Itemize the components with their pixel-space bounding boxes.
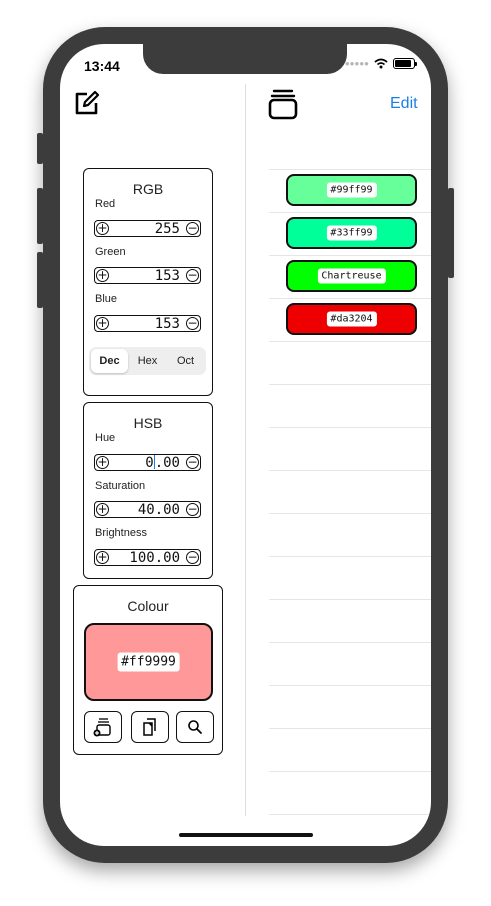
format-hex-option[interactable]: Hex: [129, 349, 166, 373]
volume-down-button: [37, 252, 43, 308]
status-time: 13:44: [84, 58, 120, 74]
blue-value[interactable]: 153: [155, 316, 180, 332]
compose-icon[interactable]: [74, 90, 100, 116]
signal-icon: ●●●●●: [344, 59, 369, 68]
list-separator: [269, 642, 431, 643]
brightness-decrement-icon[interactable]: −: [186, 551, 199, 564]
colour-title: Colour: [127, 598, 169, 614]
list-separator: [269, 298, 431, 299]
format-segmented-control: Dec Hex Oct: [89, 347, 206, 375]
saturation-label: Saturation: [95, 480, 146, 492]
list-separator: [269, 384, 431, 385]
saved-colour-label: #33ff99: [326, 225, 377, 241]
home-indicator[interactable]: [179, 833, 313, 837]
colour-hex-label: #ff9999: [117, 652, 180, 672]
list-separator: [269, 513, 431, 514]
list-separator: [269, 470, 431, 471]
rgb-title: RGB: [132, 181, 164, 197]
saved-colour-label: #da3204: [326, 311, 377, 327]
saturation-increment-icon[interactable]: +: [96, 503, 109, 516]
red-label: Red: [95, 198, 116, 210]
blue-stepper[interactable]: + 153 −: [94, 315, 201, 332]
hue-stepper[interactable]: + 0.00 −: [94, 454, 201, 471]
saved-colour-item[interactable]: #33ff99: [286, 217, 417, 249]
list-separator: [269, 341, 431, 342]
red-stepper[interactable]: + 255 −: [94, 220, 201, 237]
blue-increment-icon[interactable]: +: [96, 317, 109, 330]
hue-value[interactable]: 0.00: [145, 455, 180, 471]
hue-increment-icon[interactable]: +: [96, 456, 109, 469]
search-button[interactable]: [176, 711, 214, 743]
stack-icon[interactable]: [268, 88, 298, 120]
add-to-stack-button[interactable]: [84, 711, 122, 743]
brightness-stepper[interactable]: + 100.00 −: [94, 549, 201, 566]
red-decrement-icon[interactable]: −: [186, 222, 199, 235]
list-separator: [269, 728, 431, 729]
list-separator: [269, 169, 431, 170]
hue-value-integer: 0: [145, 455, 154, 471]
list-separator: [269, 599, 431, 600]
volume-up-button: [37, 188, 43, 244]
list-separator: [269, 212, 431, 213]
blue-label: Blue: [95, 293, 118, 305]
red-increment-icon[interactable]: +: [96, 222, 109, 235]
green-label: Green: [95, 246, 126, 258]
saturation-decrement-icon[interactable]: −: [186, 503, 199, 516]
hsb-title: HSB: [133, 415, 163, 431]
copy-button[interactable]: [131, 711, 169, 743]
list-separator: [269, 771, 431, 772]
saturation-value[interactable]: 40.00: [138, 502, 180, 518]
saved-colour-item[interactable]: Chartreuse: [286, 260, 417, 292]
green-increment-icon[interactable]: +: [96, 269, 109, 282]
brightness-increment-icon[interactable]: +: [96, 551, 109, 564]
list-separator: [269, 556, 431, 557]
mute-switch: [37, 133, 43, 164]
hsb-panel: HSB Hue + 0.00 − Saturation + 40.00 − Br…: [83, 402, 213, 579]
list-separator: [269, 814, 431, 815]
hue-value-decimal: .00: [154, 455, 180, 471]
green-decrement-icon[interactable]: −: [186, 269, 199, 282]
notch: [143, 44, 347, 74]
saturation-stepper[interactable]: + 40.00 −: [94, 501, 201, 518]
wifi-icon: [374, 58, 388, 69]
add-to-stack-icon: [93, 718, 111, 737]
saved-colour-item[interactable]: #da3204: [286, 303, 417, 335]
blue-decrement-icon[interactable]: −: [186, 317, 199, 330]
screen: 13:44 ●●●●● Edit RGB Red + 255 − Green +…: [60, 44, 431, 846]
saved-colour-label: Chartreuse: [317, 268, 386, 284]
red-value[interactable]: 255: [155, 221, 180, 237]
hue-label: Hue: [95, 432, 116, 444]
split-divider: [245, 84, 246, 816]
list-separator: [269, 685, 431, 686]
green-value[interactable]: 153: [155, 268, 180, 284]
saved-colour-item[interactable]: #99ff99: [286, 174, 417, 206]
format-oct-option[interactable]: Oct: [167, 349, 204, 373]
status-icons: ●●●●●: [344, 58, 417, 69]
list-separator: [269, 255, 431, 256]
saved-colour-label: #99ff99: [326, 182, 377, 198]
hue-decrement-icon[interactable]: −: [186, 456, 199, 469]
battery-icon: [393, 58, 417, 69]
brightness-label: Brightness: [95, 527, 147, 539]
list-separator: [269, 427, 431, 428]
power-button: [448, 188, 454, 278]
edit-button[interactable]: Edit: [390, 95, 418, 113]
green-stepper[interactable]: + 153 −: [94, 267, 201, 284]
rgb-panel: RGB Red + 255 − Green + 153 − Blue + 153…: [83, 168, 213, 396]
copy-icon: [143, 718, 156, 736]
brightness-value[interactable]: 100.00: [129, 550, 180, 566]
colour-swatch[interactable]: #ff9999: [84, 623, 213, 701]
format-dec-option[interactable]: Dec: [91, 349, 128, 373]
search-icon: [188, 720, 202, 734]
